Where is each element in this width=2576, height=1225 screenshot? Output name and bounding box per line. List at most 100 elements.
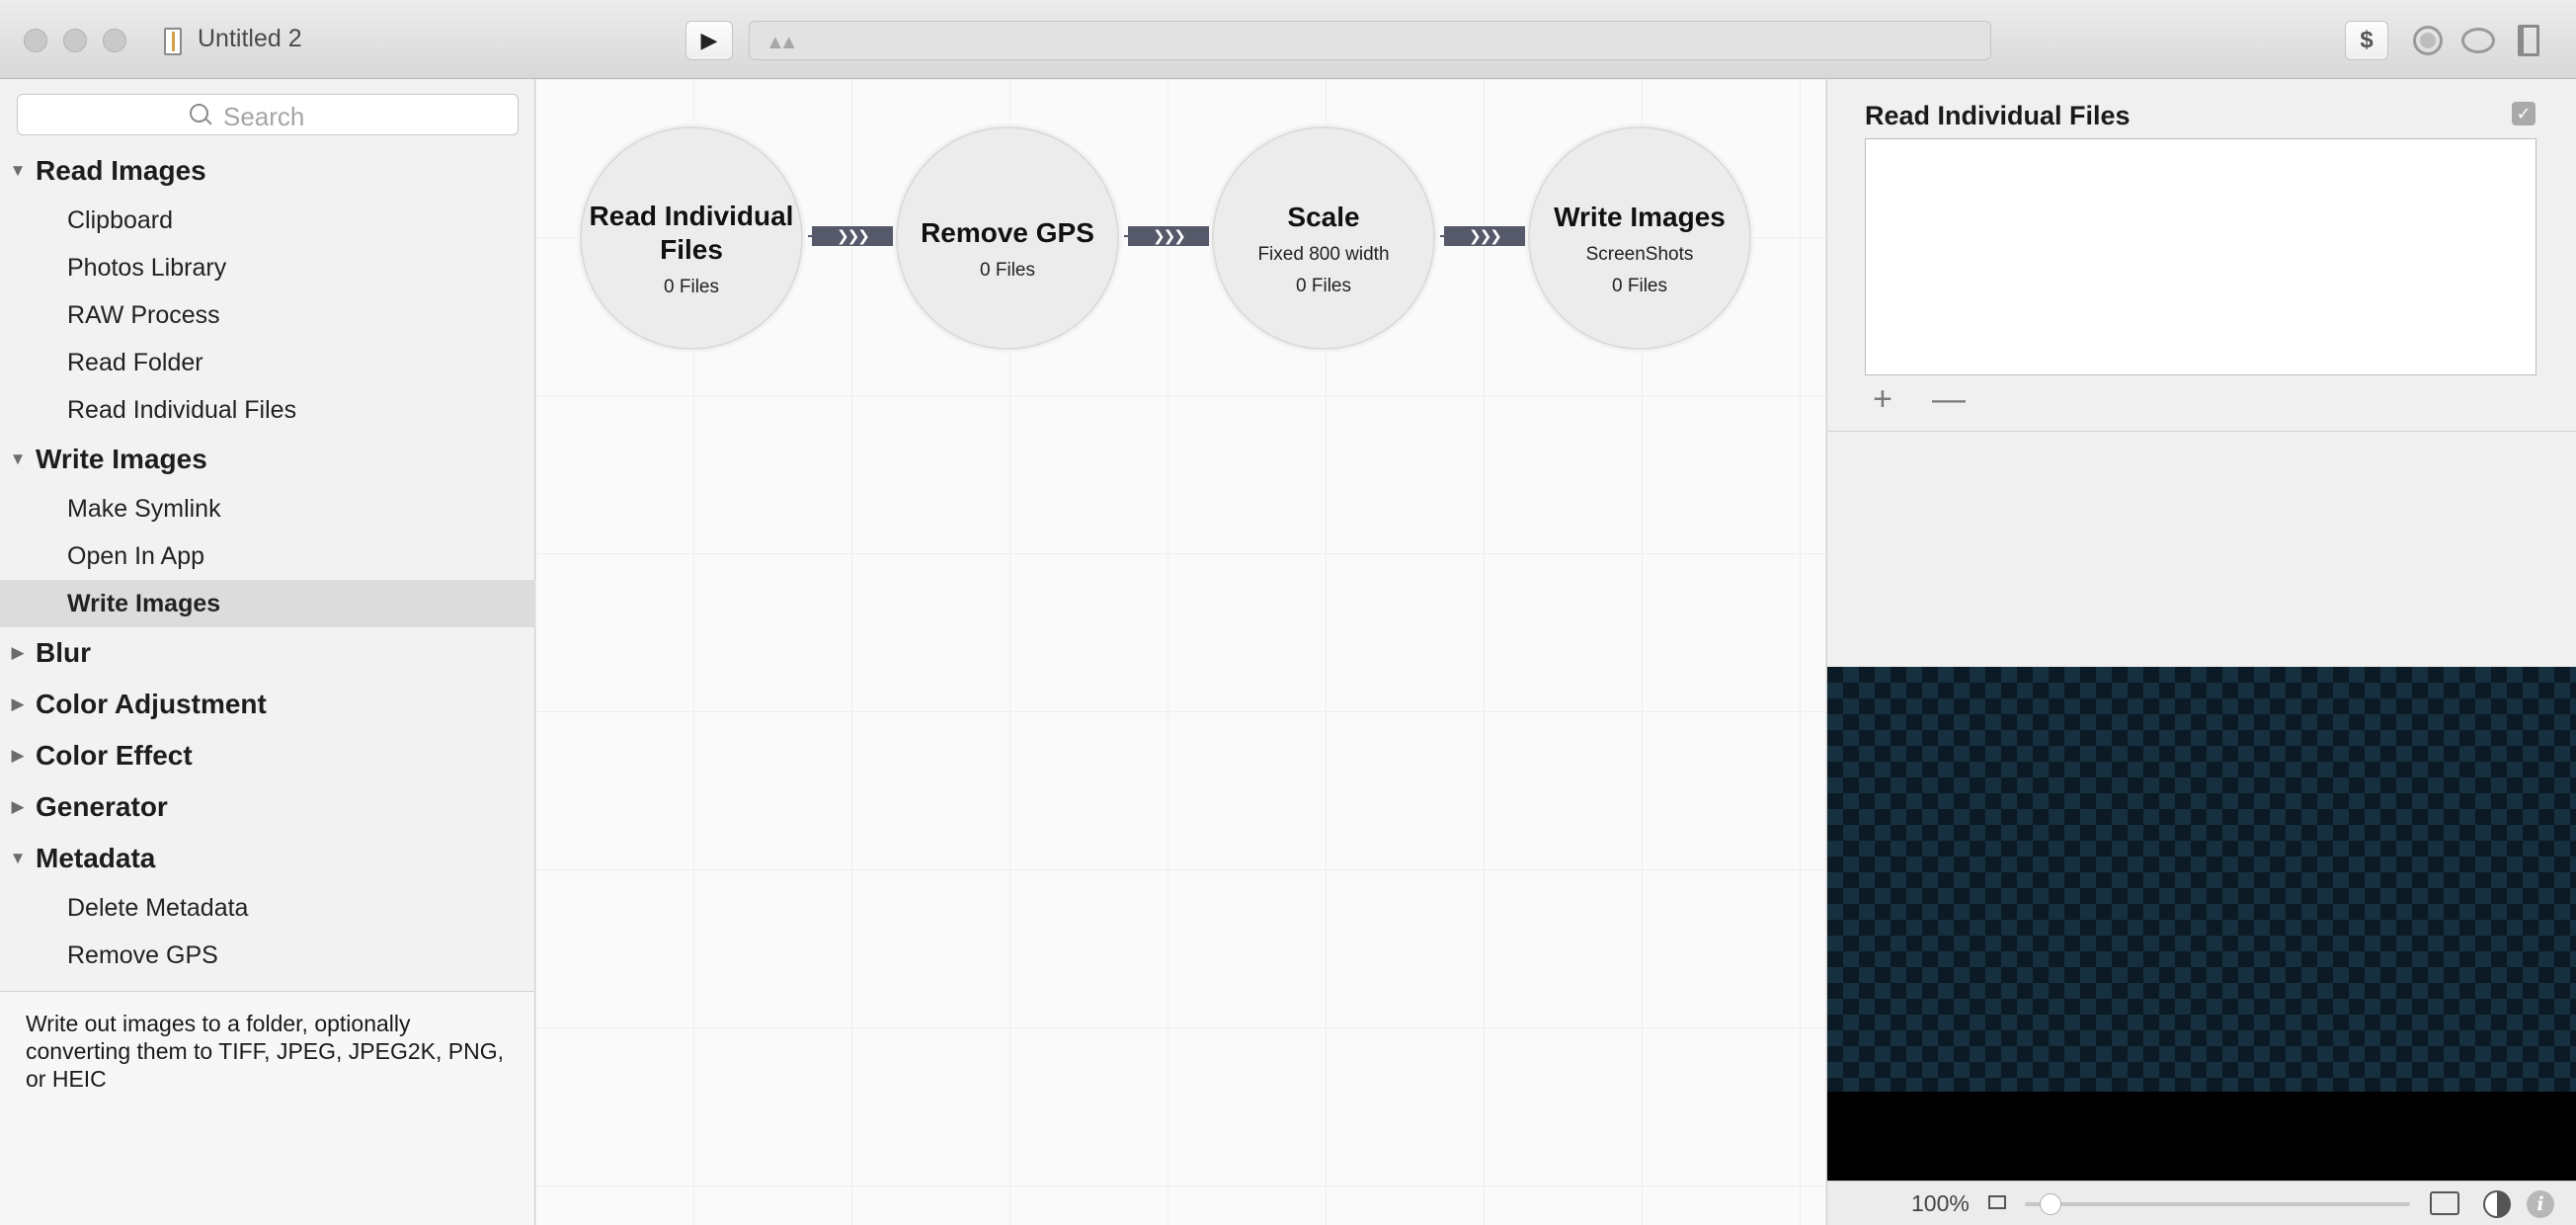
search-field[interactable]: Search [17, 94, 519, 135]
node-file-count: 0 Files [1296, 276, 1351, 296]
disclosure-closed-icon[interactable]: ▶ [0, 694, 36, 714]
contrast-icon[interactable] [2483, 1190, 2511, 1218]
chevron-icon: ❯❯❯ [812, 226, 893, 246]
info-icon[interactable]: i [2527, 1190, 2554, 1218]
action-label: Read Folder [67, 348, 203, 376]
search-icon [190, 104, 208, 122]
category-color-effect[interactable]: ▶ Color Effect [0, 730, 535, 781]
target-button[interactable] [2408, 21, 2448, 60]
remove-file-button[interactable]: — [1932, 379, 1966, 419]
zoom-level: 100% [1911, 1190, 1970, 1216]
category-label: Generator [36, 791, 168, 822]
action-item-raw-process[interactable]: RAW Process [0, 291, 535, 339]
target-icon [2413, 26, 2443, 55]
search-placeholder: Search [223, 102, 305, 131]
action-label: Photos Library [67, 253, 227, 282]
run-button[interactable]: ▶ [685, 21, 733, 60]
transparency-checkerboard [1827, 667, 2576, 1092]
zoom-slider[interactable] [2025, 1193, 2410, 1215]
book-icon [2518, 25, 2539, 56]
mountain-icon: ▲▲ [765, 32, 799, 53]
workflow-node-read-individual-files[interactable]: Read Individual Files 0 Files [580, 126, 803, 350]
workflow-connector: ❯❯❯ [808, 223, 897, 249]
disclosure-closed-icon[interactable]: ▶ [0, 746, 36, 766]
action-item-read-folder[interactable]: Read Folder [0, 339, 535, 386]
action-tree: ▼ Read Images Clipboard Photos Library R… [0, 145, 535, 991]
action-item-read-individual-files[interactable]: Read Individual Files [0, 386, 535, 434]
action-item-make-symlink[interactable]: Make Symlink [0, 485, 535, 532]
category-blur[interactable]: ▶ Blur [0, 627, 535, 679]
node-subtitle: ScreenShots [1585, 244, 1694, 265]
workflow-connector: ❯❯❯ [1124, 223, 1213, 249]
category-label: Read Images [36, 155, 206, 186]
photo-icon[interactable] [2430, 1191, 2459, 1215]
workflow-node-write-images[interactable]: Write Images ScreenShots 0 Files [1528, 126, 1751, 350]
category-label: Color Adjustment [36, 689, 267, 719]
dollar-button[interactable]: $ [2345, 21, 2388, 60]
preview-toolbar: 100% i [1827, 1181, 2576, 1225]
comment-button[interactable] [2457, 21, 2499, 60]
node-title: Scale [1287, 202, 1360, 232]
speech-bubble-icon [2461, 28, 2495, 53]
action-library-sidebar: Search ▼ Read Images Clipboard Photos Li… [0, 79, 535, 1225]
workflow-node-remove-gps[interactable]: Remove GPS 0 Files [896, 126, 1119, 350]
chevron-icon: ❯❯❯ [1444, 226, 1525, 246]
inspector-panel: Read Individual Files ✓ + — 100% i [1826, 79, 2576, 1225]
action-item-write-images[interactable]: Write Images [0, 580, 535, 627]
category-read-images[interactable]: ▼ Read Images [0, 145, 535, 197]
enabled-checkbox[interactable]: ✓ [2512, 102, 2536, 125]
chevron-icon: ❯❯❯ [1128, 226, 1209, 246]
zoom-to-fit-icon[interactable] [1988, 1195, 2006, 1209]
disclosure-closed-icon[interactable]: ▶ [0, 643, 36, 663]
action-label: Open In App [67, 541, 205, 570]
action-item-clipboard[interactable]: Clipboard [0, 197, 535, 244]
workflow-connector: ❯❯❯ [1440, 223, 1529, 249]
node-subtitle: Fixed 800 width [1257, 244, 1390, 265]
node-title: Write Images [1554, 202, 1726, 232]
action-label: Make Symlink [67, 494, 221, 523]
action-label: Read Individual Files [67, 395, 297, 424]
title-bar: Untitled 2 ▶ ▲▲ $ [0, 0, 2576, 79]
action-description: Write out images to a folder, optionally… [0, 991, 534, 1225]
node-file-count: 0 Files [1612, 276, 1667, 296]
action-label: Clipboard [67, 205, 174, 234]
action-item-open-in-app[interactable]: Open In App [0, 532, 535, 580]
document-icon [164, 28, 182, 55]
action-item-delete-metadata[interactable]: Delete Metadata [0, 884, 535, 932]
workflow-node-scale[interactable]: Scale Fixed 800 width 0 Files [1212, 126, 1435, 350]
action-label: Remove GPS [67, 940, 218, 969]
window-title: Untitled 2 [198, 25, 302, 52]
disclosure-open-icon[interactable]: ▼ [0, 449, 36, 469]
dollar-icon: $ [2360, 27, 2374, 53]
zoom-slider-knob[interactable] [2040, 1193, 2061, 1215]
disclosure-open-icon[interactable]: ▼ [0, 161, 36, 181]
category-label: Color Effect [36, 740, 193, 771]
category-label: Write Images [36, 444, 207, 474]
minimize-window-button[interactable] [63, 29, 87, 52]
play-icon: ▶ [700, 28, 718, 52]
inspector-title: Read Individual Files [1865, 101, 2131, 130]
action-label: Write Images [67, 589, 221, 617]
category-metadata[interactable]: ▼ Metadata [0, 833, 535, 884]
disclosure-closed-icon[interactable]: ▶ [0, 797, 36, 817]
disclosure-open-icon[interactable]: ▼ [0, 849, 36, 868]
action-item-photos-library[interactable]: Photos Library [0, 244, 535, 291]
add-file-button[interactable]: + [1873, 379, 1892, 419]
image-preview [1827, 667, 2576, 1181]
category-color-adjustment[interactable]: ▶ Color Adjustment [0, 679, 535, 730]
action-item-remove-gps[interactable]: Remove GPS [0, 932, 535, 979]
zoom-window-button[interactable] [103, 29, 126, 52]
inspector-toggle-button[interactable] [2509, 21, 2548, 60]
action-label: Delete Metadata [67, 893, 249, 922]
category-label: Blur [36, 637, 91, 668]
node-file-count: 0 Files [664, 277, 719, 297]
category-write-images[interactable]: ▼ Write Images [0, 434, 535, 485]
file-list[interactable] [1865, 138, 2536, 375]
close-window-button[interactable] [24, 29, 47, 52]
category-generator[interactable]: ▶ Generator [0, 781, 535, 833]
category-label: Metadata [36, 843, 156, 873]
workflow-canvas[interactable]: Read Individual Files 0 Files ❯❯❯ Remove… [536, 79, 1825, 1225]
action-label: RAW Process [67, 300, 220, 329]
node-file-count: 0 Files [980, 260, 1035, 281]
status-field: ▲▲ [749, 21, 1991, 60]
